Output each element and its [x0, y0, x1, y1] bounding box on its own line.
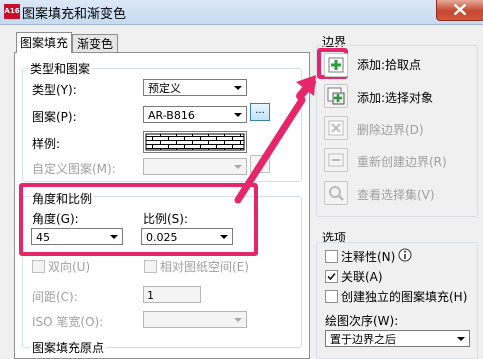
- tab-hatch[interactable]: 图案填充: [16, 32, 72, 53]
- annotation-arrow: [234, 75, 316, 204]
